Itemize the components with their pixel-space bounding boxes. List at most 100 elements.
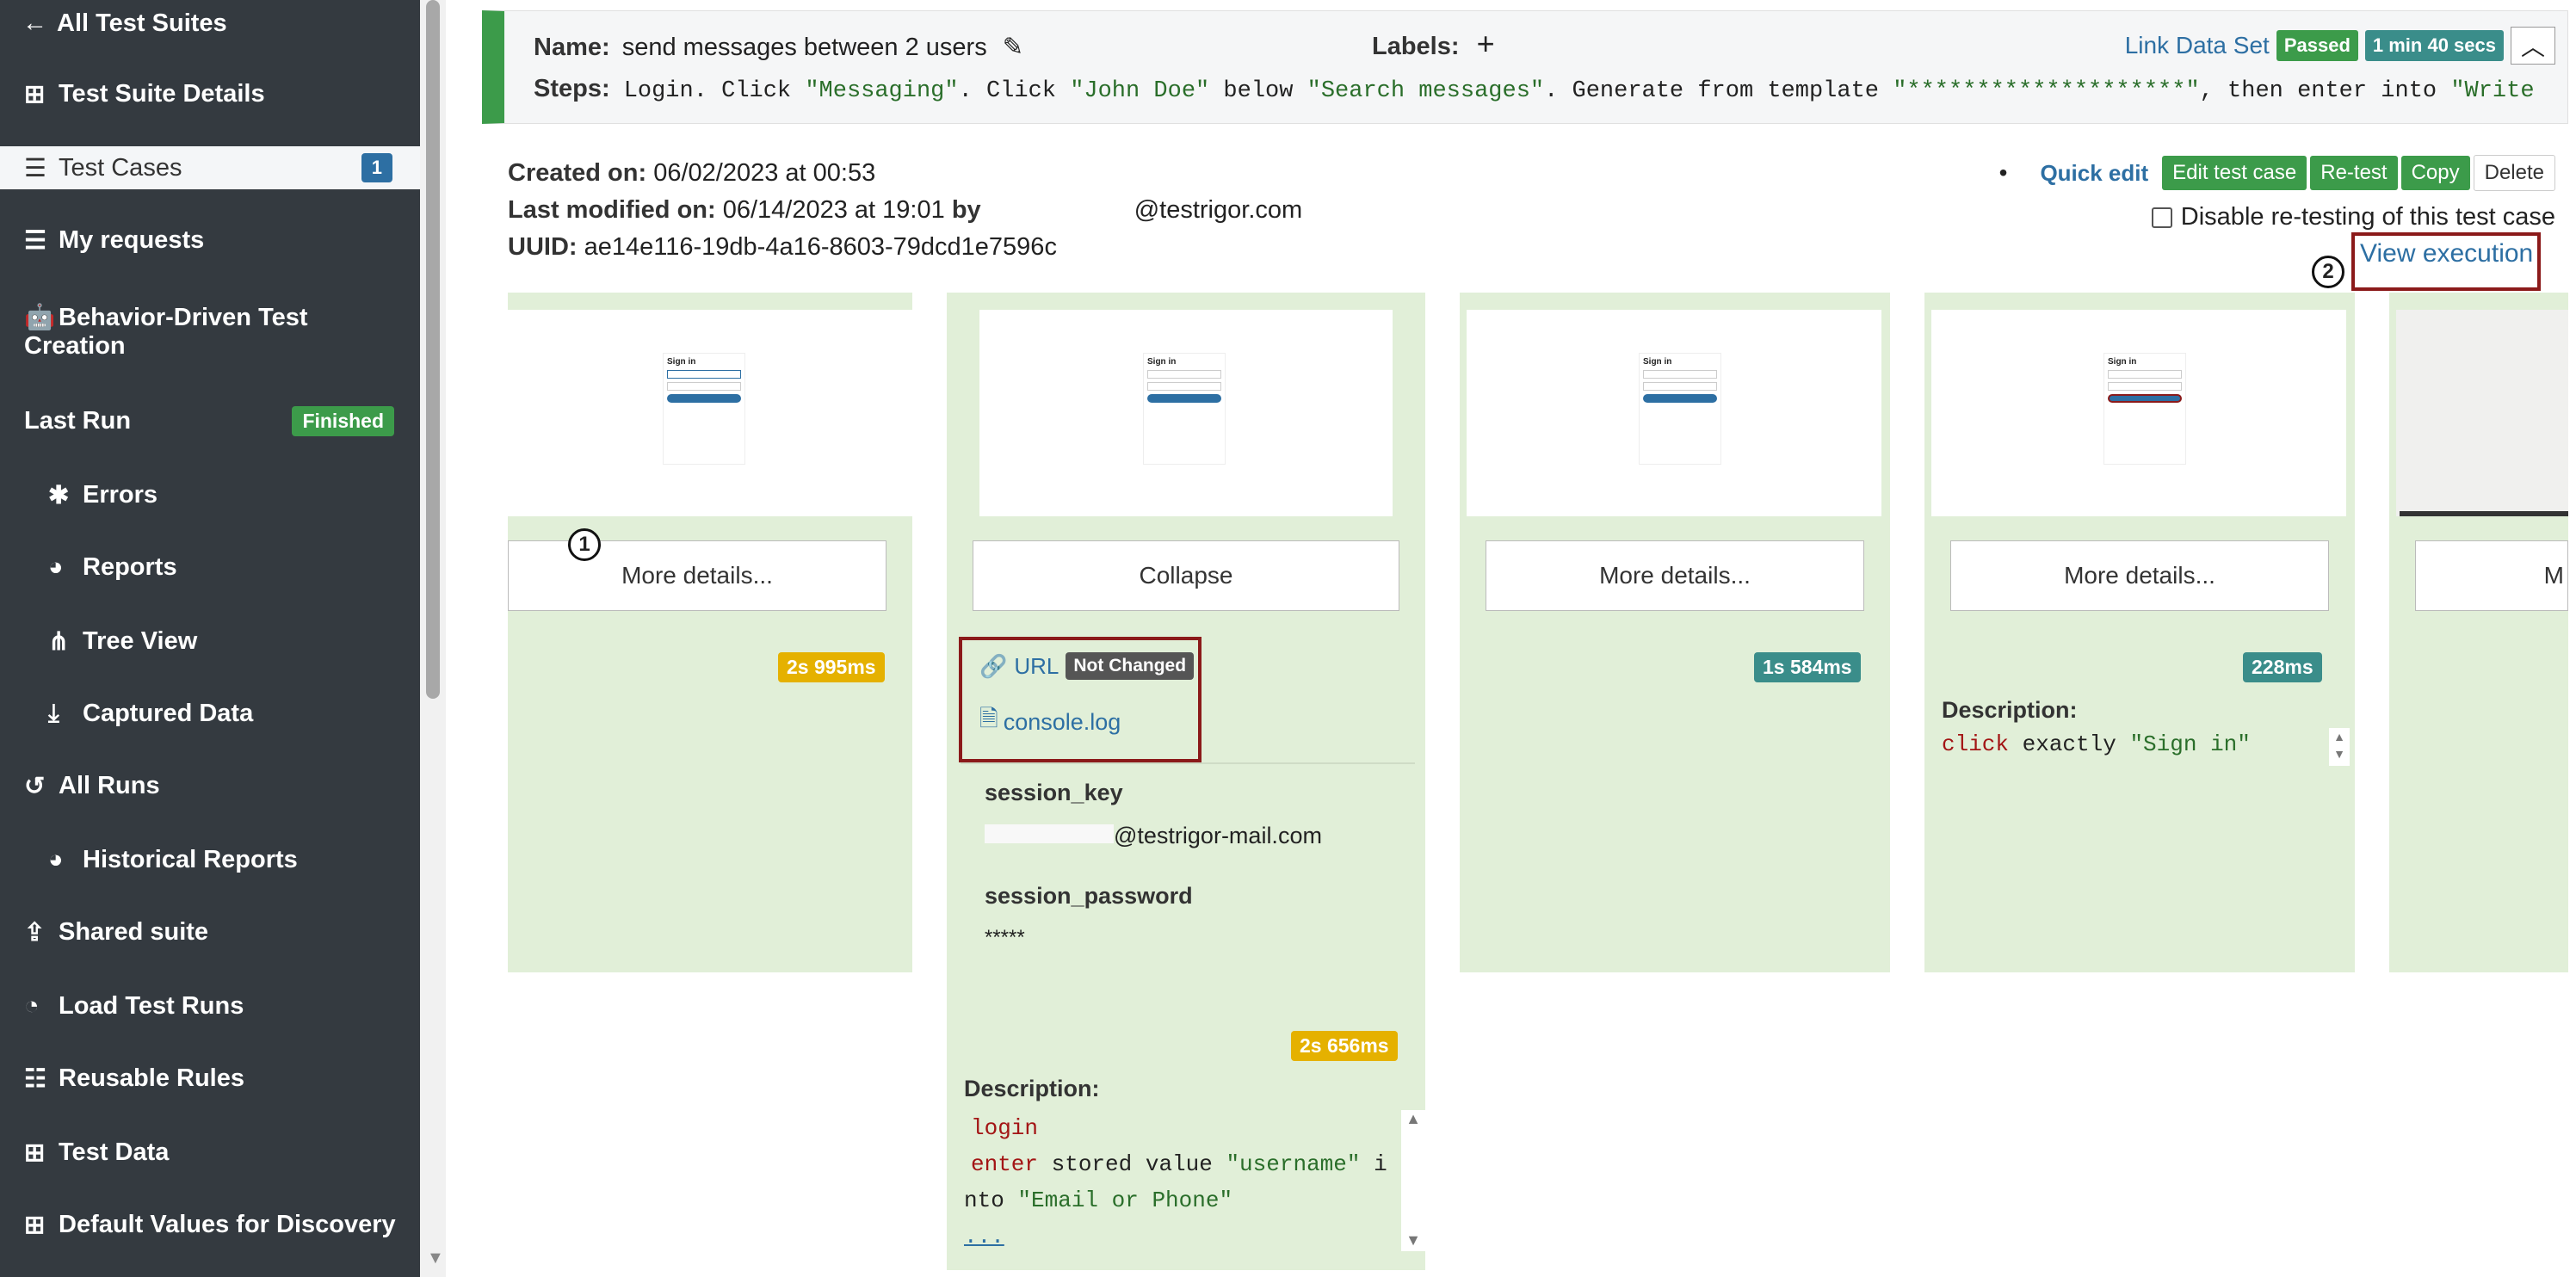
sidebar: ← All Test Suites ⊞ Test Suite Details ☰ Te… xyxy=(0,0,420,1277)
collapse-chevron-up-icon[interactable]: ︿ xyxy=(2511,27,2555,65)
created-on-value: 06/02/2023 at 00:53 xyxy=(653,159,876,187)
quick-edit-link[interactable]: Quick edit xyxy=(2040,160,2148,187)
sidebar-item-reports[interactable]: ◕ Reports xyxy=(0,546,420,589)
description-label: Description: xyxy=(1942,697,2078,723)
step-duration-badge: 2s 656ms xyxy=(1291,1031,1398,1061)
step-card-3: Sign in More details... 1s 584ms xyxy=(1460,293,1890,972)
more-details-button[interactable]: More details... xyxy=(1950,540,2329,611)
modified-by-value: @testrigor.com xyxy=(1134,196,1303,224)
sidebar-item-test-cases[interactable]: ☰ Test Cases 1 xyxy=(0,146,420,189)
edit-name-icon[interactable]: ✎ xyxy=(1003,34,1023,61)
session-key-label: session_key xyxy=(985,780,1123,805)
back-all-test-suites[interactable]: ← All Test Suites xyxy=(0,2,420,45)
copy-button[interactable]: Copy xyxy=(2400,156,2470,190)
steps-text: Login. Click "Messaging". Click "John Do… xyxy=(623,78,2548,104)
robot-icon: 🤖 xyxy=(24,303,56,331)
modified-on-value: 06/14/2023 at 19:01 xyxy=(722,196,945,224)
step-card-4: Sign in More details... 228ms Descriptio… xyxy=(1924,293,2355,972)
test-case-name: send messages between 2 users xyxy=(621,34,987,61)
gauge-icon: ◔ xyxy=(24,991,40,1020)
more-details-button[interactable]: More details... xyxy=(508,540,886,611)
collapse-button[interactable]: Collapse xyxy=(973,540,1399,611)
annotation-marker-1: 1 xyxy=(568,528,601,561)
sidebar-item-load-test-runs[interactable]: ◔ Load Test Runs xyxy=(0,984,420,1027)
description-scrollbar[interactable]: ▲ ▼ xyxy=(1401,1110,1425,1251)
last-run-status-badge: Finished xyxy=(292,405,394,436)
screenshot-thumbnail[interactable]: Sign in xyxy=(1931,310,2346,516)
scroll-up-arrow-icon[interactable]: ▲ xyxy=(1401,1110,1425,1128)
download-icon: ⤓ xyxy=(48,699,59,727)
arrow-left-icon: ← xyxy=(22,9,47,37)
sidebar-item-reusable-rules[interactable]: ☷ Reusable Rules xyxy=(0,1057,420,1100)
step-duration-badge: 228ms xyxy=(2243,652,2322,682)
add-label-plus-icon[interactable]: + xyxy=(1477,26,1495,61)
sidebar-item-shared-suite[interactable]: ⇪ Shared suite xyxy=(0,910,420,953)
scroll-down-arrow-icon[interactable]: ▼ xyxy=(427,1249,444,1268)
duration-badge: 1 min 40 secs xyxy=(2364,30,2504,61)
sidebar-item-my-requests[interactable]: ☰ My requests xyxy=(0,219,420,262)
step-card-5: M xyxy=(2389,293,2568,972)
main-content: Name: send messages between 2 users ✎ La… xyxy=(446,0,2576,1277)
divider xyxy=(961,762,1415,764)
url-link[interactable]: URL xyxy=(1014,653,1059,680)
more-details-button[interactable]: M xyxy=(2415,540,2568,611)
pie-icon: ◕ xyxy=(48,552,64,581)
list-icon: ☰ xyxy=(24,154,46,182)
steps-label: Steps: xyxy=(534,75,610,102)
status-passed-badge: Passed xyxy=(2276,30,2358,61)
edit-test-case-button[interactable]: Edit test case xyxy=(2162,156,2307,190)
file-icon: 🗎 xyxy=(979,706,998,731)
sidebar-item-all-runs[interactable]: ↺ All Runs xyxy=(0,764,420,807)
test-case-header: Name: send messages between 2 users ✎ La… xyxy=(482,10,2568,124)
console-log-link[interactable]: console.log xyxy=(1004,709,1121,736)
description-code: click exactly "Sign in" xyxy=(1942,731,2251,757)
bug-icon: ✱ xyxy=(48,481,70,509)
sidebar-item-tree-view[interactable]: ⋔ Tree View xyxy=(0,620,420,663)
bullet: • xyxy=(1998,159,2008,186)
sidebar-item-bdt-creation[interactable]: 🤖 Behavior-Driven Test Creation xyxy=(0,293,420,370)
screenshot-thumbnail[interactable] xyxy=(2396,310,2568,516)
description-spinner-icon[interactable]: ▲ ▼ xyxy=(2329,728,2350,766)
scrollbar-thumb[interactable] xyxy=(426,0,440,699)
screenshot-thumbnail[interactable]: Sign in xyxy=(979,310,1393,516)
expand-description-link[interactable]: ... xyxy=(964,1218,1398,1251)
delete-button[interactable]: Delete xyxy=(2473,155,2555,191)
sidebar-item-test-data[interactable]: ⊞ Test Data xyxy=(0,1131,420,1174)
share-icon: ⇪ xyxy=(24,918,46,947)
action-bar: • Quick edit Edit test case Re-test Copy… xyxy=(1999,155,2555,191)
sidebar-item-last-run[interactable]: Last Run Finished xyxy=(0,399,420,442)
sidebar-item-default-values[interactable]: ⊞ Default Values for Discovery xyxy=(0,1203,420,1246)
sidebar-item-errors[interactable]: ✱ Errors xyxy=(0,473,420,516)
link-icon: 🔗 xyxy=(979,652,1008,679)
more-details-button[interactable]: More details... xyxy=(1486,540,1864,611)
sidebar-item-test-suite-details[interactable]: ⊞ Test Suite Details xyxy=(0,72,420,115)
pie-icon: ◕ xyxy=(48,845,64,873)
disable-retest-checkbox[interactable] xyxy=(2151,207,2172,228)
tree-icon: ⋔ xyxy=(48,627,70,656)
step-duration-badge: 1s 584ms xyxy=(1754,652,1861,682)
test-cases-count-badge: 1 xyxy=(361,153,392,182)
screenshot-thumbnail[interactable]: Sign in xyxy=(1467,310,1881,516)
description-code: login enter stored value "username" i nt… xyxy=(964,1110,1398,1251)
table-icon: ⊞ xyxy=(24,1211,46,1239)
step-card-1: Sign in More details... 2s 995ms xyxy=(508,293,912,972)
link-data-set-link[interactable]: Link Data Set xyxy=(2125,32,2270,59)
retest-button[interactable]: Re-test xyxy=(2310,156,2398,190)
scroll-down-arrow-icon[interactable]: ▼ xyxy=(1401,1231,1425,1249)
table-icon: ⊞ xyxy=(24,1138,46,1167)
history-icon: ↺ xyxy=(24,772,46,800)
sidebar-scrollbar[interactable]: ▼ xyxy=(420,0,446,1277)
annotation-marker-2: 2 xyxy=(2312,256,2344,288)
uuid-value: ae14e116-19db-4a16-8603-79dcd1e7596c xyxy=(584,233,1057,261)
disable-retest-label: Disable re-testing of this test case xyxy=(2180,203,2555,231)
step-duration-badge: 2s 995ms xyxy=(778,652,885,682)
session-key-value: @testrigor-mail.com xyxy=(1114,823,1322,848)
test-case-info: Created on: 06/02/2023 at 00:53 Last mod… xyxy=(508,159,1303,261)
view-execution-link[interactable]: View execution xyxy=(2360,239,2533,268)
sidebar-item-historical-reports[interactable]: ◕ Historical Reports xyxy=(0,838,420,881)
redacted-session-key xyxy=(985,824,1114,843)
step-card-2: Sign in Collapse 🔗 URL Not Changed 🗎 con… xyxy=(947,293,1425,1270)
description-label: Description: xyxy=(964,1076,1100,1101)
screenshot-thumbnail[interactable]: Sign in xyxy=(508,310,912,516)
sidebar-item-captured-data[interactable]: ⤓ Captured Data xyxy=(0,692,420,735)
